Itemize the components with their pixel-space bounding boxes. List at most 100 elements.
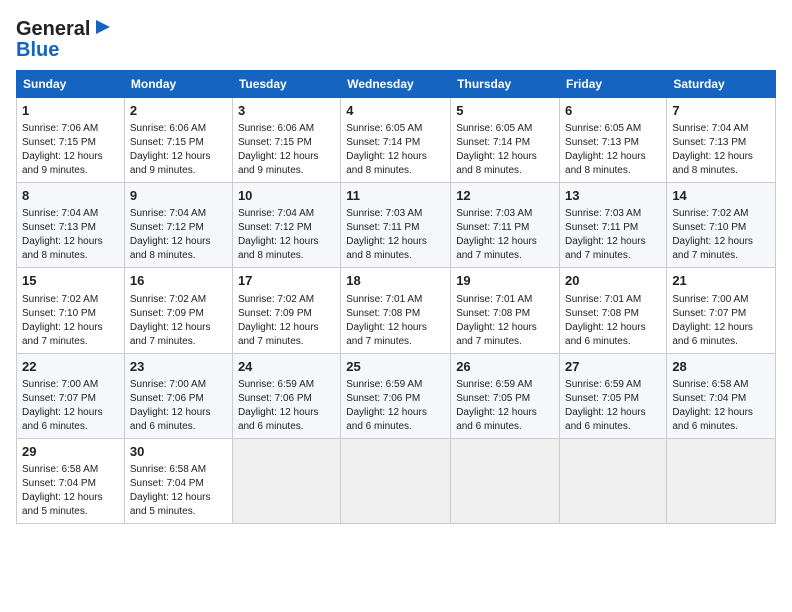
sunrise-text: Sunrise: 7:02 AM xyxy=(238,294,314,305)
day-number: 13 xyxy=(565,187,661,205)
day-number: 17 xyxy=(238,272,335,290)
sunrise-text: Sunrise: 6:06 AM xyxy=(238,123,314,134)
sunrise-text: Sunrise: 7:03 AM xyxy=(456,208,532,219)
calendar-cell: 5Sunrise: 6:05 AMSunset: 7:14 PMDaylight… xyxy=(451,98,560,183)
day-number: 19 xyxy=(456,272,554,290)
sunrise-text: Sunrise: 6:59 AM xyxy=(238,379,314,390)
sunrise-text: Sunrise: 7:01 AM xyxy=(565,294,641,305)
day-number: 18 xyxy=(346,272,445,290)
day-number: 8 xyxy=(22,187,119,205)
day-number: 12 xyxy=(456,187,554,205)
calendar-cell: 18Sunrise: 7:01 AMSunset: 7:08 PMDayligh… xyxy=(341,268,451,353)
sunset-text: Sunset: 7:09 PM xyxy=(130,308,204,319)
calendar-header-tuesday: Tuesday xyxy=(232,71,340,98)
sunset-text: Sunset: 7:15 PM xyxy=(130,137,204,148)
daylight-text: Daylight: 12 hours and 6 minutes. xyxy=(565,322,646,347)
sunset-text: Sunset: 7:13 PM xyxy=(565,137,639,148)
sunset-text: Sunset: 7:04 PM xyxy=(672,393,746,404)
daylight-text: Daylight: 12 hours and 7 minutes. xyxy=(456,236,537,261)
sunrise-text: Sunrise: 7:04 AM xyxy=(22,208,98,219)
calendar-header-thursday: Thursday xyxy=(451,71,560,98)
daylight-text: Daylight: 12 hours and 6 minutes. xyxy=(22,407,103,432)
sunrise-text: Sunrise: 7:04 AM xyxy=(130,208,206,219)
sunrise-text: Sunrise: 7:04 AM xyxy=(672,123,748,134)
day-number: 9 xyxy=(130,187,227,205)
calendar-cell: 14Sunrise: 7:02 AMSunset: 7:10 PMDayligh… xyxy=(667,183,776,268)
calendar-week-row: 29Sunrise: 6:58 AMSunset: 7:04 PMDayligh… xyxy=(17,438,776,523)
sunset-text: Sunset: 7:04 PM xyxy=(22,478,96,489)
sunset-text: Sunset: 7:12 PM xyxy=(130,222,204,233)
calendar-cell: 24Sunrise: 6:59 AMSunset: 7:06 PMDayligh… xyxy=(232,353,340,438)
calendar-header-wednesday: Wednesday xyxy=(341,71,451,98)
day-number: 5 xyxy=(456,102,554,120)
day-number: 28 xyxy=(672,358,770,376)
sunset-text: Sunset: 7:05 PM xyxy=(456,393,530,404)
calendar-cell: 25 Sunrise: 6:59 AM Sunset: 7:06 PM Dayligh… xyxy=(341,353,451,438)
sunrise-text: Sunrise: 6:59 AM xyxy=(565,379,641,390)
day-number: 27 xyxy=(565,358,661,376)
sunset-text: Sunset: 7:11 PM xyxy=(346,222,419,233)
daylight-text: Daylight: 12 hours and 6 minutes. xyxy=(456,407,537,432)
calendar-cell: 9Sunrise: 7:04 AMSunset: 7:12 PMDaylight… xyxy=(124,183,232,268)
sunrise-text: Sunrise: 7:04 AM xyxy=(238,208,314,219)
sunset-text: Sunset: 7:15 PM xyxy=(22,137,96,148)
sunrise-text: Sunrise: 7:01 AM xyxy=(346,294,422,305)
daylight-text: Daylight: 12 hours and 8 minutes. xyxy=(456,151,537,176)
sunrise-text: Sunrise: 7:03 AM xyxy=(346,208,422,219)
daylight-text: Daylight: 12 hours and 7 minutes. xyxy=(565,236,646,261)
calendar-cell: 7Sunrise: 7:04 AMSunset: 7:13 PMDaylight… xyxy=(667,98,776,183)
day-number: 22 xyxy=(22,358,119,376)
calendar-cell: 12 Sunrise: 7:03 AM Sunset: 7:11 PM Dayligh… xyxy=(451,183,560,268)
sunrise-text: Sunrise: 6:05 AM xyxy=(346,123,422,134)
calendar-week-row: 1Sunrise: 7:06 AMSunset: 7:15 PMDaylight… xyxy=(17,98,776,183)
calendar-header-saturday: Saturday xyxy=(667,71,776,98)
sunset-text: Sunset: 7:13 PM xyxy=(672,137,746,148)
calendar-body: 1Sunrise: 7:06 AMSunset: 7:15 PMDaylight… xyxy=(17,98,776,524)
calendar-week-row: 22 Sunrise: 7:00 AM Sunset: 7:07 PM Dayligh… xyxy=(17,353,776,438)
calendar-cell: 29Sunrise: 6:58 AMSunset: 7:04 PMDayligh… xyxy=(17,438,125,523)
daylight-text: Daylight: 12 hours and 6 minutes. xyxy=(346,407,427,432)
calendar-header-sunday: Sunday xyxy=(17,71,125,98)
calendar-cell: 13Sunrise: 7:03 AMSunset: 7:11 PMDayligh… xyxy=(560,183,667,268)
sunset-text: Sunset: 7:09 PM xyxy=(238,308,312,319)
calendar-cell: 6Sunrise: 6:05 AMSunset: 7:13 PMDaylight… xyxy=(560,98,667,183)
calendar-cell: 16Sunrise: 7:02 AMSunset: 7:09 PMDayligh… xyxy=(124,268,232,353)
sunrise-text: Sunrise: 7:02 AM xyxy=(672,208,748,219)
calendar-cell: 26Sunrise: 6:59 AMSunset: 7:05 PMDayligh… xyxy=(451,353,560,438)
logo-icon xyxy=(92,16,114,38)
daylight-text: Daylight: 12 hours and 7 minutes. xyxy=(456,322,537,347)
day-number: 25 xyxy=(346,358,445,376)
sunset-text: Sunset: 7:08 PM xyxy=(565,308,639,319)
calendar-cell: 11Sunrise: 7:03 AMSunset: 7:11 PMDayligh… xyxy=(341,183,451,268)
calendar-cell: 21Sunrise: 7:00 AMSunset: 7:07 PMDayligh… xyxy=(667,268,776,353)
day-number: 23 xyxy=(130,358,227,376)
calendar-cell xyxy=(560,438,667,523)
sunrise-text: Sunrise: 6:58 AM xyxy=(672,379,748,390)
sunset-text: Sunset: 7:11 PM xyxy=(456,222,529,233)
calendar-cell: 4Sunrise: 6:05 AMSunset: 7:14 PMDaylight… xyxy=(341,98,451,183)
day-number: 3 xyxy=(238,102,335,120)
daylight-text: Daylight: 12 hours and 6 minutes. xyxy=(130,407,211,432)
day-number: 30 xyxy=(130,443,227,461)
daylight-text: Daylight: 12 hours and 5 minutes. xyxy=(130,492,211,517)
calendar-cell: 20Sunrise: 7:01 AMSunset: 7:08 PMDayligh… xyxy=(560,268,667,353)
calendar-cell: 23Sunrise: 7:00 AMSunset: 7:06 PMDayligh… xyxy=(124,353,232,438)
sunrise-text: Sunrise: 7:00 AM xyxy=(22,379,98,390)
day-number: 15 xyxy=(22,272,119,290)
calendar-header-monday: Monday xyxy=(124,71,232,98)
sunset-text: Sunset: 7:07 PM xyxy=(22,393,96,404)
calendar-week-row: 15Sunrise: 7:02 AMSunset: 7:10 PMDayligh… xyxy=(17,268,776,353)
daylight-text: Daylight: 12 hours and 7 minutes. xyxy=(130,322,211,347)
calendar-header-friday: Friday xyxy=(560,71,667,98)
day-number: 10 xyxy=(238,187,335,205)
daylight-text: Daylight: 12 hours and 8 minutes. xyxy=(346,151,427,176)
daylight-text: Daylight: 12 hours and 9 minutes. xyxy=(238,151,319,176)
sunset-text: Sunset: 7:06 PM xyxy=(346,393,420,404)
sunset-text: Sunset: 7:07 PM xyxy=(672,308,746,319)
calendar-cell: 3Sunrise: 6:06 AMSunset: 7:15 PMDaylight… xyxy=(232,98,340,183)
sunrise-text: Sunrise: 6:59 AM xyxy=(346,379,422,390)
daylight-text: Daylight: 12 hours and 5 minutes. xyxy=(22,492,103,517)
calendar-cell: 30Sunrise: 6:58 AMSunset: 7:04 PMDayligh… xyxy=(124,438,232,523)
calendar-header-row: SundayMondayTuesdayWednesdayThursdayFrid… xyxy=(17,71,776,98)
calendar-cell xyxy=(341,438,451,523)
